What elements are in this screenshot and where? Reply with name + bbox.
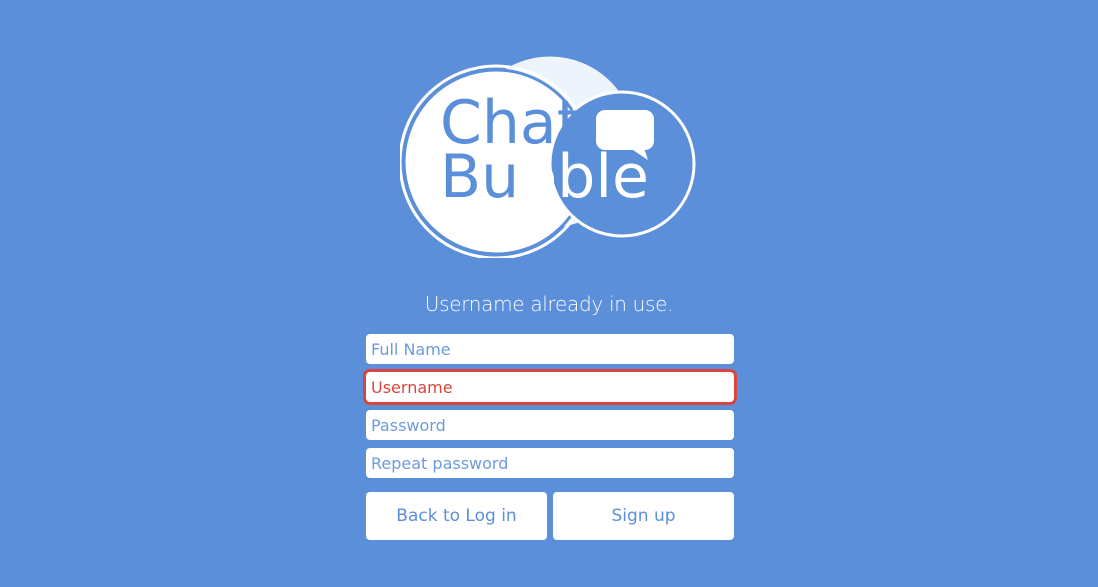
form-buttons: Back to Log in Sign up (366, 492, 734, 540)
full-name-input[interactable] (366, 334, 734, 364)
password-input[interactable] (366, 410, 734, 440)
signup-form: Back to Log in Sign up (366, 334, 734, 540)
sign-up-button[interactable]: Sign up (553, 492, 734, 540)
back-to-login-button[interactable]: Back to Log in (366, 492, 547, 540)
username-input[interactable] (366, 372, 734, 402)
logo-circles (400, 56, 696, 258)
chat-bubble-logo: Chat Bubble (400, 54, 700, 258)
repeat-password-input[interactable] (366, 448, 734, 478)
error-message: Username already in use. (424, 292, 674, 316)
